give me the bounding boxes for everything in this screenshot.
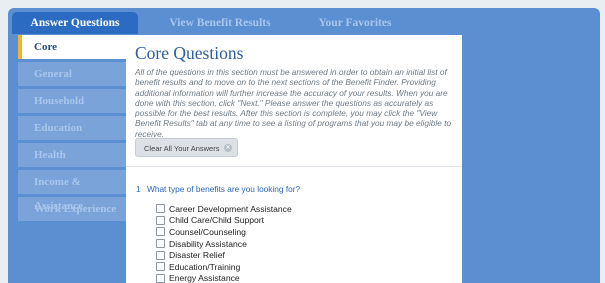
section-sidebar: Core General Household Education Health … — [18, 35, 126, 224]
checkbox[interactable] — [156, 227, 165, 237]
clear-icon: ✕ — [224, 144, 232, 152]
benefit-finder-panel: Answer Questions View Benefit Results Yo… — [8, 8, 600, 283]
checkbox[interactable] — [156, 273, 165, 283]
tab-answer-questions[interactable]: Answer Questions — [12, 12, 138, 34]
checkbox[interactable] — [156, 239, 165, 249]
option-label: Disability Assistance — [169, 238, 247, 249]
main-content: Core Questions All of the questions in t… — [126, 35, 462, 283]
checkbox[interactable] — [156, 250, 165, 260]
option-counseling: Counsel/Counseling — [156, 226, 292, 238]
option-label: Career Development Assistance — [169, 203, 292, 214]
option-child-care: Child Care/Child Support — [156, 215, 292, 227]
clear-answers-button[interactable]: Clear All Your Answers ✕ — [135, 138, 238, 157]
checkbox[interactable] — [156, 262, 165, 272]
sidebar-item-household[interactable]: Household — [18, 89, 126, 113]
sidebar-item-work-experience[interactable]: Work Experience — [18, 197, 126, 221]
checkbox[interactable] — [156, 204, 165, 214]
benefit-options: Career Development Assistance Child Care… — [156, 203, 292, 283]
clear-answers-label: Clear All Your Answers — [144, 144, 220, 153]
option-education-training: Education/Training — [156, 261, 292, 273]
intro-text: All of the questions in this section mus… — [135, 67, 452, 139]
question-number: 1 — [136, 184, 141, 194]
option-label: Education/Training — [169, 261, 241, 272]
option-disaster-relief: Disaster Relief — [156, 249, 292, 261]
checkbox[interactable] — [156, 215, 165, 225]
option-label: Disaster Relief — [169, 250, 225, 261]
tab-view-benefit-results[interactable]: View Benefit Results — [138, 12, 302, 34]
option-energy-assistance: Energy Assistance — [156, 273, 292, 283]
sidebar-item-education[interactable]: Education — [18, 116, 126, 140]
option-label: Counsel/Counseling — [169, 226, 246, 237]
option-label: Child Care/Child Support — [169, 215, 265, 226]
option-career-development: Career Development Assistance — [156, 203, 292, 215]
sidebar-item-general[interactable]: General — [18, 62, 126, 86]
option-disability: Disability Assistance — [156, 238, 292, 250]
tab-your-favorites[interactable]: Your Favorites — [302, 12, 408, 34]
question-text: What type of benefits are you looking fo… — [147, 184, 301, 194]
right-panel — [462, 35, 600, 283]
sidebar-item-core[interactable]: Core — [18, 35, 126, 59]
divider — [126, 166, 462, 167]
tab-bar: Answer Questions View Benefit Results Yo… — [8, 8, 600, 38]
sidebar-item-health[interactable]: Health — [18, 143, 126, 167]
page-title: Core Questions — [135, 43, 244, 63]
sidebar-item-income-assistance[interactable]: Income & Assistance — [18, 170, 126, 212]
option-label: Energy Assistance — [169, 273, 240, 283]
